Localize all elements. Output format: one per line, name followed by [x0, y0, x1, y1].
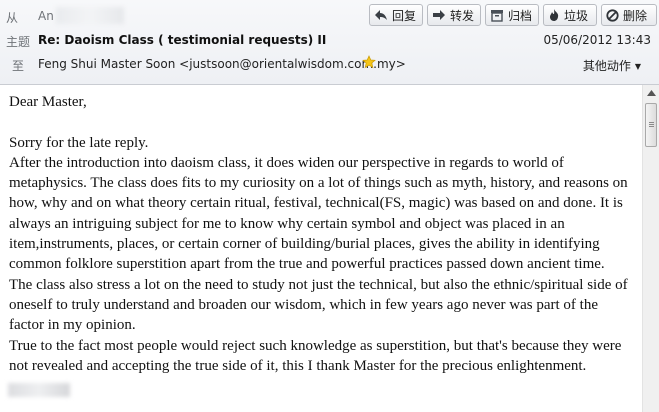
from-row: 从 An 回复 转发 归档 垃圾 删除 [0, 4, 659, 28]
delete-button[interactable]: 删除 [601, 4, 657, 26]
junk-label: 垃圾 [564, 8, 589, 23]
scroll-up-icon[interactable] [644, 85, 659, 101]
forward-label: 转发 [450, 8, 475, 23]
chevron-down-icon: ▼ [634, 62, 641, 71]
star-icon[interactable] [362, 55, 376, 69]
subject-row: 主题 Re: Daoism Class ( testimonial reques… [0, 28, 659, 52]
other-actions-menu[interactable]: 其他动作 ▼ [583, 57, 641, 74]
subject-text: Re: Daoism Class ( testimonial requests)… [38, 33, 327, 47]
reply-button[interactable]: 回复 [369, 4, 423, 26]
message-date: 05/06/2012 13:43 [543, 33, 651, 47]
archive-button[interactable]: 归档 [485, 4, 539, 26]
no-entry-icon [606, 8, 619, 22]
delete-label: 删除 [623, 8, 648, 23]
recipient-address[interactable]: Feng Shui Master Soon <justsoon@oriental… [38, 57, 406, 71]
forward-button[interactable]: 转发 [427, 4, 481, 26]
redacted-signature [8, 383, 70, 397]
subject-label: 主题 [6, 35, 31, 49]
archive-box-icon [491, 9, 503, 22]
message-header: 从 An 回复 转发 归档 垃圾 删除 主题 Re: Daoism Class … [0, 0, 659, 85]
from-label: 从 [6, 11, 19, 25]
message-body: Dear Master, Sorry for the late reply. A… [0, 85, 642, 412]
flame-icon [550, 9, 559, 21]
reply-label: 回复 [392, 8, 417, 23]
from-name[interactable]: An [38, 9, 54, 23]
vertical-scrollbar[interactable] [642, 85, 659, 412]
to-row: 至 Feng Shui Master Soon <justsoon@orient… [0, 52, 659, 76]
other-actions-label: 其他动作 [582, 59, 631, 73]
message-text: Dear Master, Sorry for the late reply. A… [9, 94, 628, 374]
forward-arrow-icon [433, 10, 445, 20]
redacted-sender [56, 7, 124, 24]
reply-arrow-icon [375, 10, 387, 20]
scrollbar-thumb[interactable] [645, 103, 657, 147]
junk-button[interactable]: 垃圾 [543, 4, 597, 26]
archive-label: 归档 [508, 8, 533, 23]
to-label: 至 [12, 59, 25, 73]
